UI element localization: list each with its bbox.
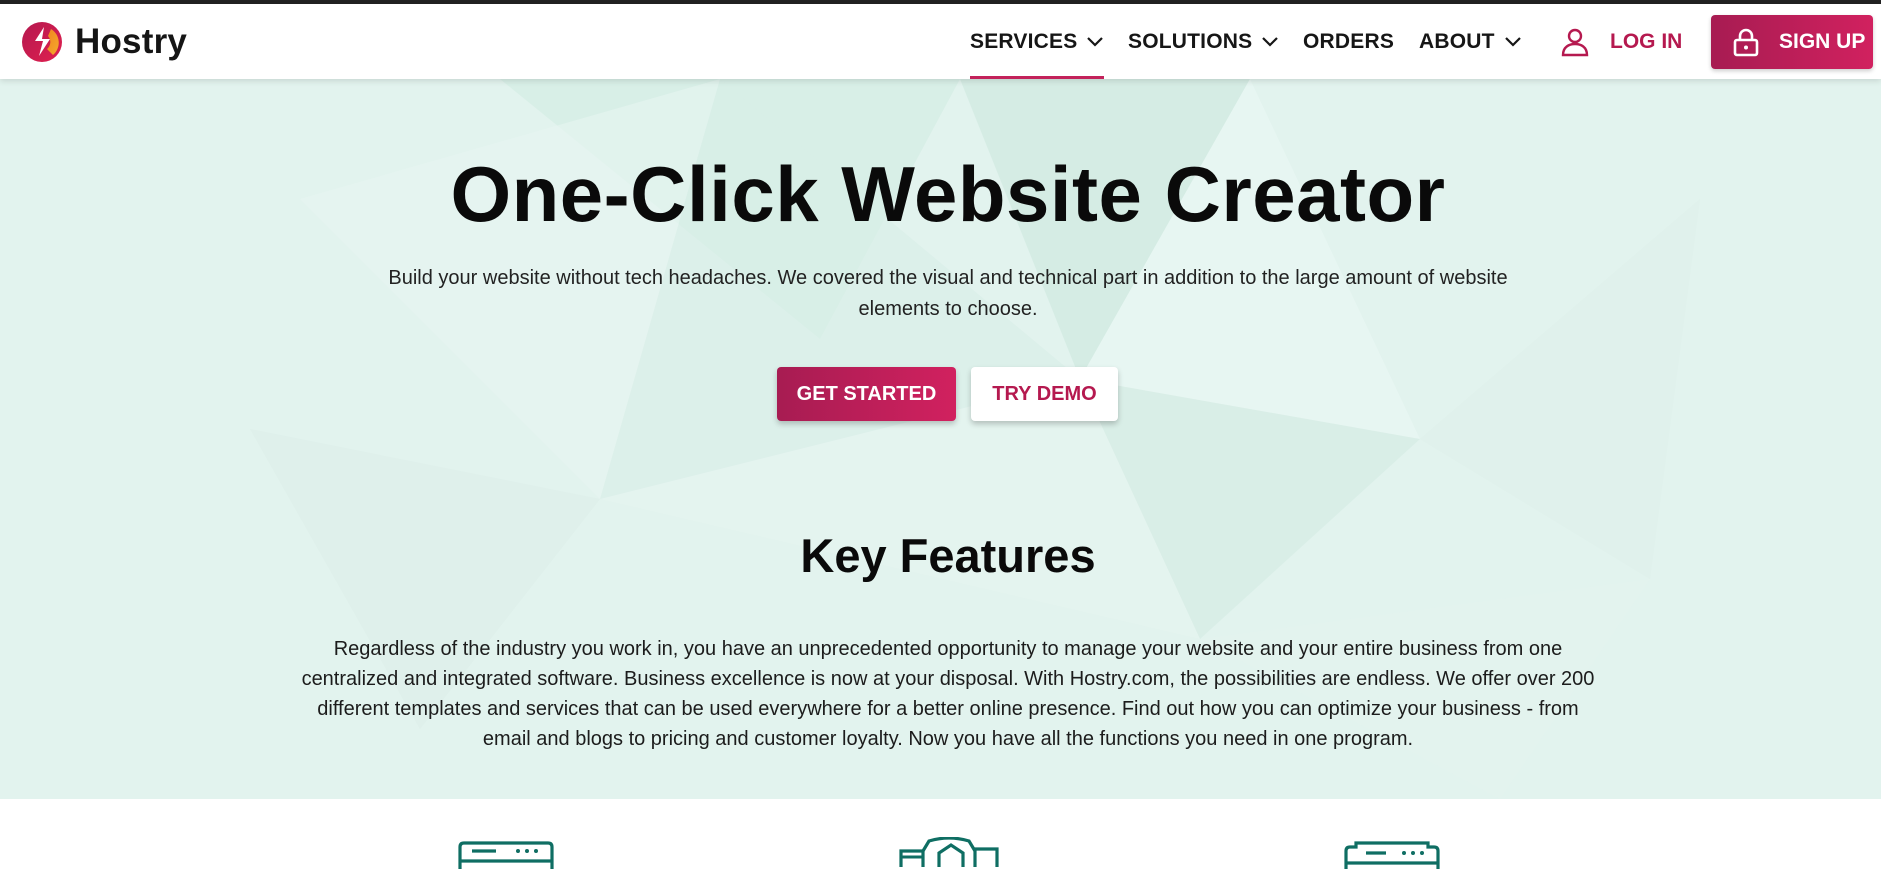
brand-logo[interactable]: Hostry [21,21,187,63]
nav-label: SOLUTIONS [1128,29,1253,53]
hero-subtitle: Build your website without tech headache… [388,267,1508,320]
features-section [0,799,1881,869]
nav-services[interactable]: SERVICES [970,4,1105,79]
try-demo-button[interactable]: TRY DEMO [971,367,1118,421]
nav-label: ORDERS [1303,29,1395,53]
chevron-down-icon [1504,36,1521,47]
user-icon [1561,28,1589,56]
signup-button[interactable]: SIGN UP [1711,15,1873,69]
key-features-title: Key Features [800,529,1096,582]
site-header: Hostry SERVICES SOLUTIONS ORDERS ABOUT L… [0,4,1881,79]
hero-section: One-Click Website Creator Build your web… [0,79,1881,799]
get-started-button[interactable]: GET STARTED [777,367,956,421]
login-label: LOG IN [1610,29,1683,53]
login-link[interactable]: LOG IN [1560,4,1682,79]
chevron-down-icon [1262,36,1279,47]
chevron-down-icon [1087,36,1104,47]
hostry-logo-icon [22,22,62,62]
hero-title: One-Click Website Creator [450,150,1446,238]
signup-label: SIGN UP [1779,30,1866,53]
nav-label: ABOUT [1419,29,1495,53]
nav-solutions[interactable]: SOLUTIONS [1128,4,1279,79]
key-features-description: Regardless of the industry you work in, … [301,638,1595,750]
nav-label: SERVICES [970,29,1078,53]
nav-orders[interactable]: ORDERS [1303,4,1394,79]
nav-about[interactable]: ABOUT [1419,4,1522,79]
brand-name: Hostry [75,22,188,61]
shop-buildings-icon [899,837,999,867]
lock-icon [1733,28,1759,57]
